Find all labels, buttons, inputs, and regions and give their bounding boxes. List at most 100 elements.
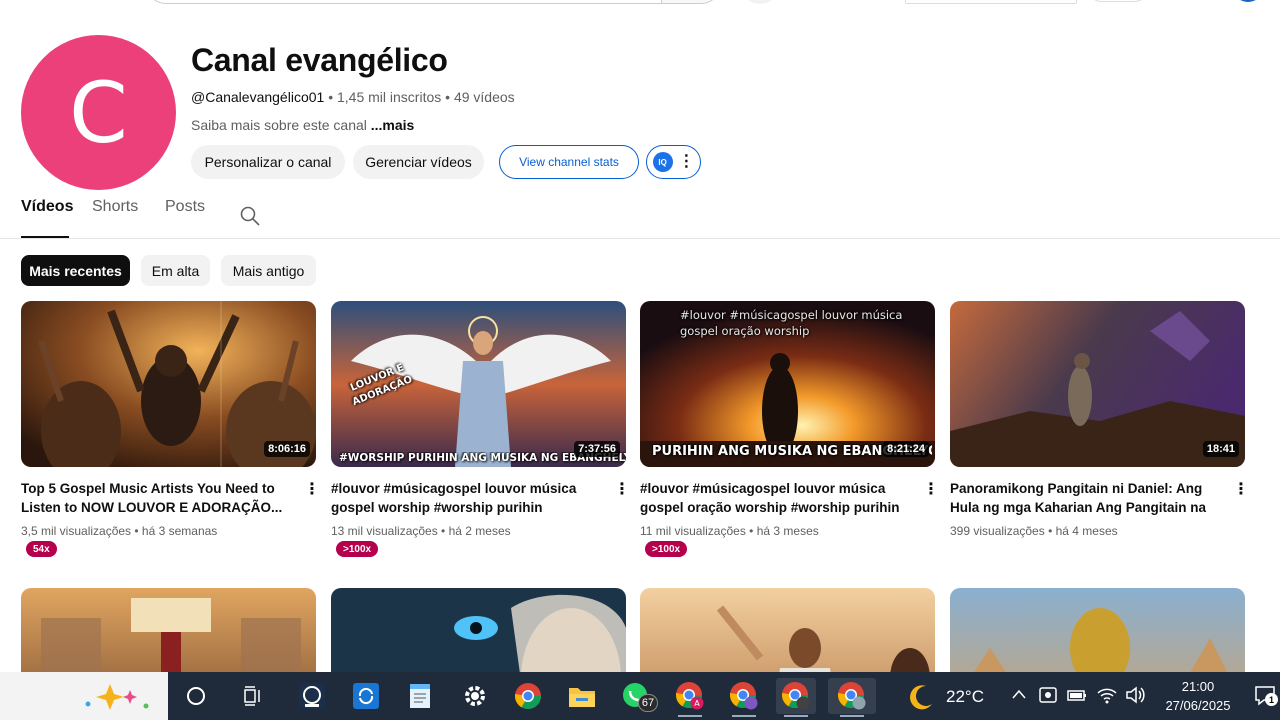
view-channel-stats-button[interactable]: View channel stats <box>499 145 639 179</box>
running-indicator <box>678 715 702 717</box>
video-thumbnail[interactable]: LOUVOR E ADORAÇÃO #WORSHIP PURIHIN ANG M… <box>331 301 626 467</box>
search-input[interactable] <box>146 0 662 4</box>
chip-oldest[interactable]: Mais antigo <box>221 255 316 286</box>
about-text: Saiba mais sobre este canal <box>191 117 367 133</box>
video-views: 3,5 mil visualizações <box>21 524 132 538</box>
video-meta: 11 mil visualizações • há 3 meses <box>640 524 819 538</box>
more-vert-icon[interactable]: ⋮ <box>1233 479 1249 499</box>
video-card[interactable]: 18:41 Panoramikong Pangitain ni Daniel: … <box>950 301 1249 571</box>
manage-videos-button[interactable]: Gerenciar vídeos <box>353 145 484 179</box>
tray-app-icon[interactable] <box>1038 685 1058 710</box>
top-masthead <box>0 0 1280 6</box>
video-age: há 4 meses <box>1055 524 1118 538</box>
windows-taskbar: 67 A 22°C 21:00 27/06/2025 1 <box>0 672 1280 720</box>
account-avatar[interactable] <box>1232 0 1264 2</box>
chrome-icon[interactable] <box>508 678 548 714</box>
video-age: há 3 meses <box>756 524 819 538</box>
more-vert-icon[interactable]: ⋮ <box>614 479 630 499</box>
video-thumbnail[interactable]: 8:06:16 <box>21 301 316 467</box>
video-card[interactable] <box>21 588 316 720</box>
running-indicator <box>840 715 864 717</box>
tabs-divider <box>0 238 1280 239</box>
about-more-link[interactable]: ...mais <box>371 117 415 133</box>
battery-icon[interactable] <box>1066 685 1088 710</box>
video-meta: 13 mil visualizações • há 2 meses <box>331 524 511 538</box>
youtube-channel-page: C Canal evangélico @Canalevangélico01 • … <box>0 0 1280 720</box>
subscriber-count: 1,45 mil inscritos <box>337 89 442 105</box>
outlier-badge: >100x <box>645 541 688 557</box>
notification-icon[interactable]: 1 <box>1254 684 1278 708</box>
search-icon[interactable] <box>240 206 260 226</box>
chrome-profile-a-icon[interactable]: A <box>670 678 710 717</box>
channel-about[interactable]: Saiba mais sobre este canal ...mais <box>191 117 414 133</box>
notepad-icon[interactable] <box>400 678 440 714</box>
tab-shorts[interactable]: Shorts <box>92 198 138 238</box>
meta-separator: • <box>324 89 337 105</box>
channel-handle: @Canalevangélico01 <box>191 89 325 105</box>
video-duration: 8:06:16 <box>264 441 310 457</box>
video-meta: 399 visualizações • há 4 meses <box>950 524 1118 538</box>
copilot-widget[interactable] <box>0 672 168 720</box>
volume-icon[interactable] <box>1124 685 1146 710</box>
running-indicator <box>732 715 756 717</box>
video-card[interactable] <box>640 588 935 720</box>
voice-search-button[interactable] <box>740 0 780 4</box>
video-card[interactable]: 8:06:16 Top 5 Gospel Music Artists You N… <box>21 301 320 571</box>
chrome-profile-d-icon[interactable] <box>828 678 876 717</box>
video-age: há 2 meses <box>448 524 511 538</box>
masthead-widget[interactable] <box>905 0 1077 4</box>
video-card[interactable]: LOUVOR E ADORAÇÃO #WORSHIP PURIHIN ANG M… <box>331 301 630 571</box>
video-views: 11 mil visualizações <box>640 524 746 538</box>
search-button[interactable] <box>661 0 721 4</box>
video-age: há 3 semanas <box>141 524 218 538</box>
webcam-app-icon[interactable] <box>292 678 332 714</box>
file-explorer-icon[interactable] <box>562 678 602 714</box>
svg-text:A: A <box>694 699 700 708</box>
create-button[interactable] <box>1086 0 1150 2</box>
video-title[interactable]: Top 5 Gospel Music Artists You Need to L… <box>21 479 291 517</box>
video-duration: 8:21:24 <box>883 441 929 457</box>
clock-time: 21:00 <box>1181 679 1215 694</box>
video-title[interactable]: #louvor #músicagospel louvor música gosp… <box>640 479 910 517</box>
more-vert-icon: ⋮ <box>678 153 695 170</box>
extension-menu-button[interactable]: IQ ⋮ <box>646 145 701 179</box>
more-vert-icon[interactable]: ⋮ <box>304 479 320 499</box>
video-card[interactable]: #louvor #músicagospel louvor música gosp… <box>640 301 939 571</box>
whatsapp-unread-count: 67 <box>638 694 658 712</box>
task-view-icon[interactable] <box>232 678 272 714</box>
video-title[interactable]: Panoramikong Pangitain ni Daniel: Ang Hu… <box>950 479 1220 517</box>
chip-popular[interactable]: Em alta <box>141 255 210 286</box>
video-thumbnail[interactable]: 18:41 <box>950 301 1245 467</box>
video-title[interactable]: #louvor #músicagospel louvor música gosp… <box>331 479 601 517</box>
channel-meta: @Canalevangélico01 • 1,45 mil inscritos … <box>191 89 515 105</box>
tab-videos[interactable]: Vídeos <box>21 198 73 238</box>
video-thumbnail[interactable]: #louvor #músicagospel louvor música gosp… <box>640 301 935 467</box>
customize-channel-button[interactable]: Personalizar o canal <box>191 145 345 179</box>
weather-temperature[interactable]: 22°C <box>946 687 984 707</box>
clock-date: 27/06/2025 <box>1165 698 1231 713</box>
video-duration: 18:41 <box>1202 441 1239 457</box>
whatsapp-icon[interactable]: 67 <box>616 678 658 714</box>
meta-separator: • <box>441 89 454 105</box>
chevron-up-icon[interactable] <box>1010 686 1028 709</box>
chip-most-recent[interactable]: Mais recentes <box>21 255 130 286</box>
notification-count: 1 <box>1265 693 1278 706</box>
running-indicator <box>784 715 808 717</box>
video-views: 399 visualizações <box>950 524 1045 538</box>
moon-weather-icon[interactable] <box>906 682 936 712</box>
video-views: 13 mil visualizações <box>331 524 438 538</box>
wifi-icon[interactable] <box>1096 685 1118 710</box>
search-icon[interactable] <box>176 678 216 714</box>
settings-gear-icon[interactable] <box>455 678 495 714</box>
channel-avatar[interactable]: C <box>21 35 176 190</box>
outlier-badge: 54x <box>26 541 57 557</box>
channel-name: Canal evangélico <box>191 42 448 78</box>
more-vert-icon[interactable]: ⋮ <box>923 479 939 499</box>
chrome-profile-c-icon[interactable] <box>776 678 816 717</box>
video-card[interactable] <box>950 588 1245 720</box>
chrome-profile-b-icon[interactable] <box>724 678 764 717</box>
tab-posts[interactable]: Posts <box>165 198 205 238</box>
sync-app-icon[interactable] <box>346 678 386 714</box>
video-card[interactable] <box>331 588 626 720</box>
system-clock[interactable]: 21:00 27/06/2025 <box>1148 677 1248 715</box>
